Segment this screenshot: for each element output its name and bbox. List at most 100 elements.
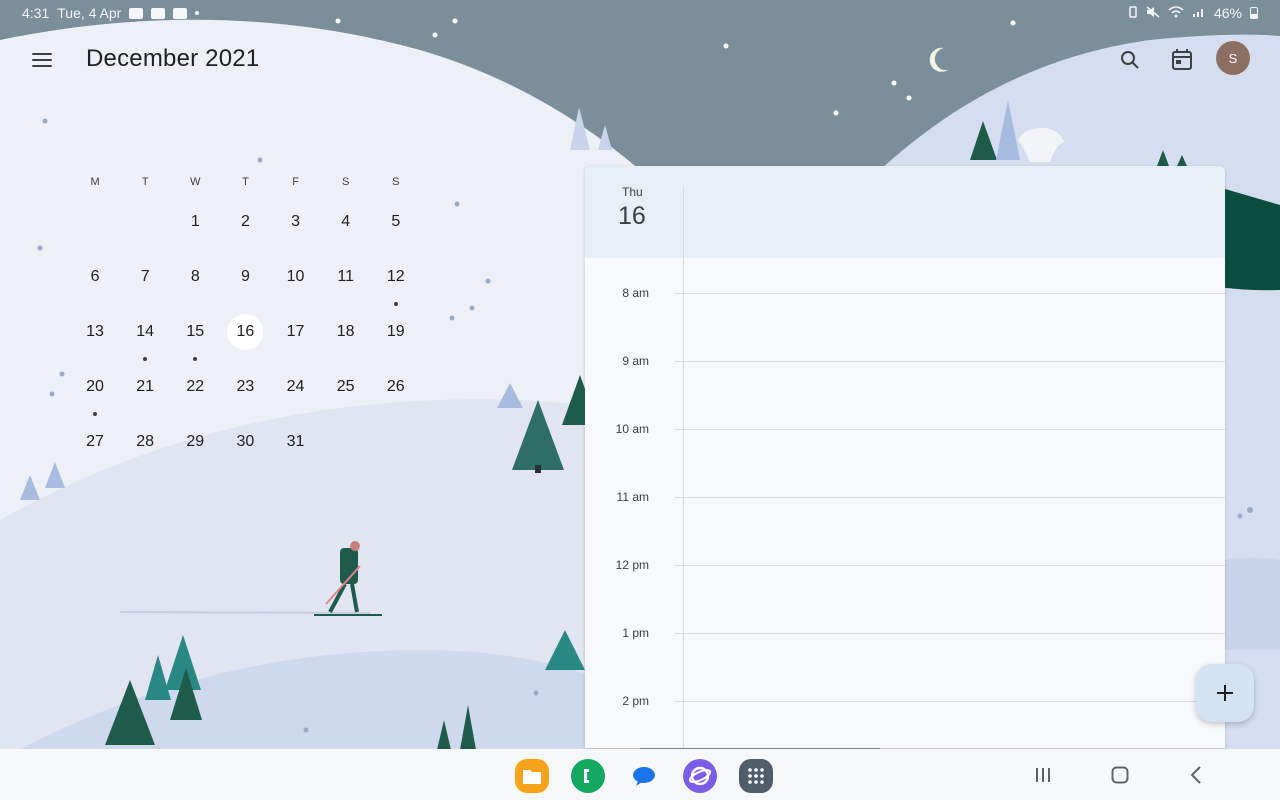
hour-label: 9 am — [622, 354, 649, 368]
empty-day-cell — [70, 194, 120, 249]
recent-apps-button[interactable] — [1028, 761, 1058, 789]
apps-grid-icon[interactable] — [739, 759, 773, 793]
day-cell[interactable]: 29 — [170, 414, 220, 469]
plus-icon — [1217, 685, 1233, 701]
day-cell[interactable]: 15 — [170, 304, 220, 361]
day-number: 26 — [386, 378, 405, 395]
mini-month-calendar: M T W T F S S 1 2 3 4 5 6 7 8 9 10 11 12 13 14 15 16 17 1… — [70, 170, 421, 469]
gallery-notification-icon — [129, 7, 144, 19]
back-button[interactable] — [1182, 761, 1212, 789]
search-button[interactable] — [1110, 40, 1150, 80]
day-cell[interactable]: 5 — [371, 194, 421, 249]
hour-slot[interactable]: 8 am — [585, 286, 1225, 300]
hour-slot[interactable]: 12 pm — [585, 558, 1225, 572]
more-notifications-icon — [195, 11, 200, 15]
today-button[interactable] — [1162, 40, 1202, 80]
menu-button[interactable] — [22, 40, 62, 80]
day-cell[interactable]: 8 — [170, 249, 220, 304]
weekday-label: T — [141, 176, 149, 188]
day-cell[interactable]: 12 — [371, 249, 421, 306]
weekday-label: S — [342, 176, 350, 188]
hour-gridline — [675, 497, 1225, 498]
weekday-label: F — [292, 176, 299, 188]
vibrate-icon — [1128, 5, 1138, 21]
day-number: 16 — [227, 314, 264, 350]
calendar-today-icon — [1172, 49, 1192, 70]
day-cell[interactable]: 23 — [220, 359, 270, 414]
day-number: 21 — [136, 378, 155, 395]
hour-slot[interactable]: 10 am — [585, 422, 1225, 436]
wifi-icon — [1168, 5, 1184, 21]
avatar[interactable]: S — [1216, 41, 1250, 75]
day-cell[interactable]: 2 — [220, 194, 270, 249]
day-view: Thu 16 8 am 9 am 10 am 11 am 12 pm 1 pm 2 pm — [585, 166, 1225, 748]
day-number: 20 — [86, 378, 104, 395]
day-cell[interactable]: 9 — [220, 249, 270, 304]
day-cell[interactable]: 20 — [70, 359, 120, 416]
day-cell[interactable]: 6 — [70, 249, 120, 304]
day-cell[interactable]: 21 — [120, 359, 170, 414]
day-cell[interactable]: 18 — [321, 304, 371, 359]
day-cell[interactable]: 7 — [120, 249, 170, 304]
day-number: 2 — [240, 213, 250, 230]
navigation-bar — [0, 749, 1280, 800]
status-time: 4:31 — [22, 5, 50, 21]
hour-label: 8 am — [622, 286, 649, 300]
day-number: 28 — [136, 433, 155, 450]
day-cell[interactable]: 3 — [271, 194, 321, 249]
day-cell[interactable]: 17 — [271, 304, 321, 359]
phone-app-icon[interactable] — [571, 759, 605, 793]
hour-label: 12 pm — [615, 558, 649, 572]
day-cell[interactable]: 31 — [271, 414, 321, 469]
hour-gridline — [675, 565, 1225, 566]
hour-gridline — [675, 361, 1225, 362]
month-title[interactable]: December 2021 — [86, 45, 259, 73]
day-number: 12 — [386, 268, 405, 285]
hour-label: 2 pm — [622, 694, 649, 708]
day-cell[interactable]: 10 — [271, 249, 321, 304]
day-cell[interactable]: 22 — [170, 359, 220, 414]
day-cell[interactable]: 26 — [371, 359, 421, 414]
hour-slot[interactable]: 2 pm — [585, 694, 1225, 708]
day-number: 17 — [286, 323, 305, 340]
day-cell[interactable]: 27 — [70, 414, 120, 469]
day-cell[interactable]: 28 — [120, 414, 170, 469]
home-icon — [1111, 766, 1129, 784]
day-number: 4 — [341, 213, 351, 230]
empty-day-cell — [371, 414, 421, 469]
messages-app-icon[interactable] — [627, 759, 661, 793]
mute-icon — [1146, 5, 1160, 21]
hour-slot[interactable]: 9 am — [585, 354, 1225, 368]
day-cell[interactable]: 14 — [120, 304, 170, 361]
hour-gridline — [675, 293, 1225, 294]
day-cell[interactable]: 30 — [220, 414, 270, 469]
internet-app-icon[interactable] — [683, 759, 717, 793]
day-number: 6 — [90, 268, 100, 285]
create-event-button[interactable] — [1196, 664, 1254, 722]
day-cell[interactable]: 19 — [371, 304, 421, 359]
day-cell[interactable]: 4 — [321, 194, 371, 249]
day-number: 9 — [240, 268, 250, 285]
day-number — [77, 204, 113, 240]
empty-day-cell — [120, 194, 170, 249]
week-row: 20 21 22 23 24 25 26 — [70, 359, 421, 416]
home-button[interactable] — [1105, 761, 1135, 789]
my-files-app-icon[interactable] — [515, 759, 549, 793]
hour-label: 1 pm — [622, 626, 649, 640]
day-cell[interactable]: 24 — [271, 359, 321, 414]
day-cell[interactable]: 13 — [70, 304, 120, 359]
status-bar: 4:31 Tue, 4 Apr 46% — [0, 0, 1280, 26]
week-row: 6 7 8 9 10 11 12 — [70, 249, 421, 306]
day-cell[interactable]: 11 — [321, 249, 371, 304]
day-number: 31 — [286, 433, 305, 450]
day-header: Thu 16 — [585, 166, 1225, 258]
day-cell[interactable]: 1 — [170, 194, 220, 249]
day-cell[interactable]: 16 — [220, 304, 270, 359]
hour-slot[interactable]: 1 pm — [585, 626, 1225, 640]
day-number: 10 — [286, 268, 305, 285]
day-cell[interactable]: 25 — [321, 359, 371, 414]
day-date[interactable]: 16 — [618, 202, 646, 231]
hour-slot[interactable]: 11 am — [585, 490, 1225, 504]
day-number — [378, 424, 414, 460]
day-number: 11 — [337, 268, 354, 285]
